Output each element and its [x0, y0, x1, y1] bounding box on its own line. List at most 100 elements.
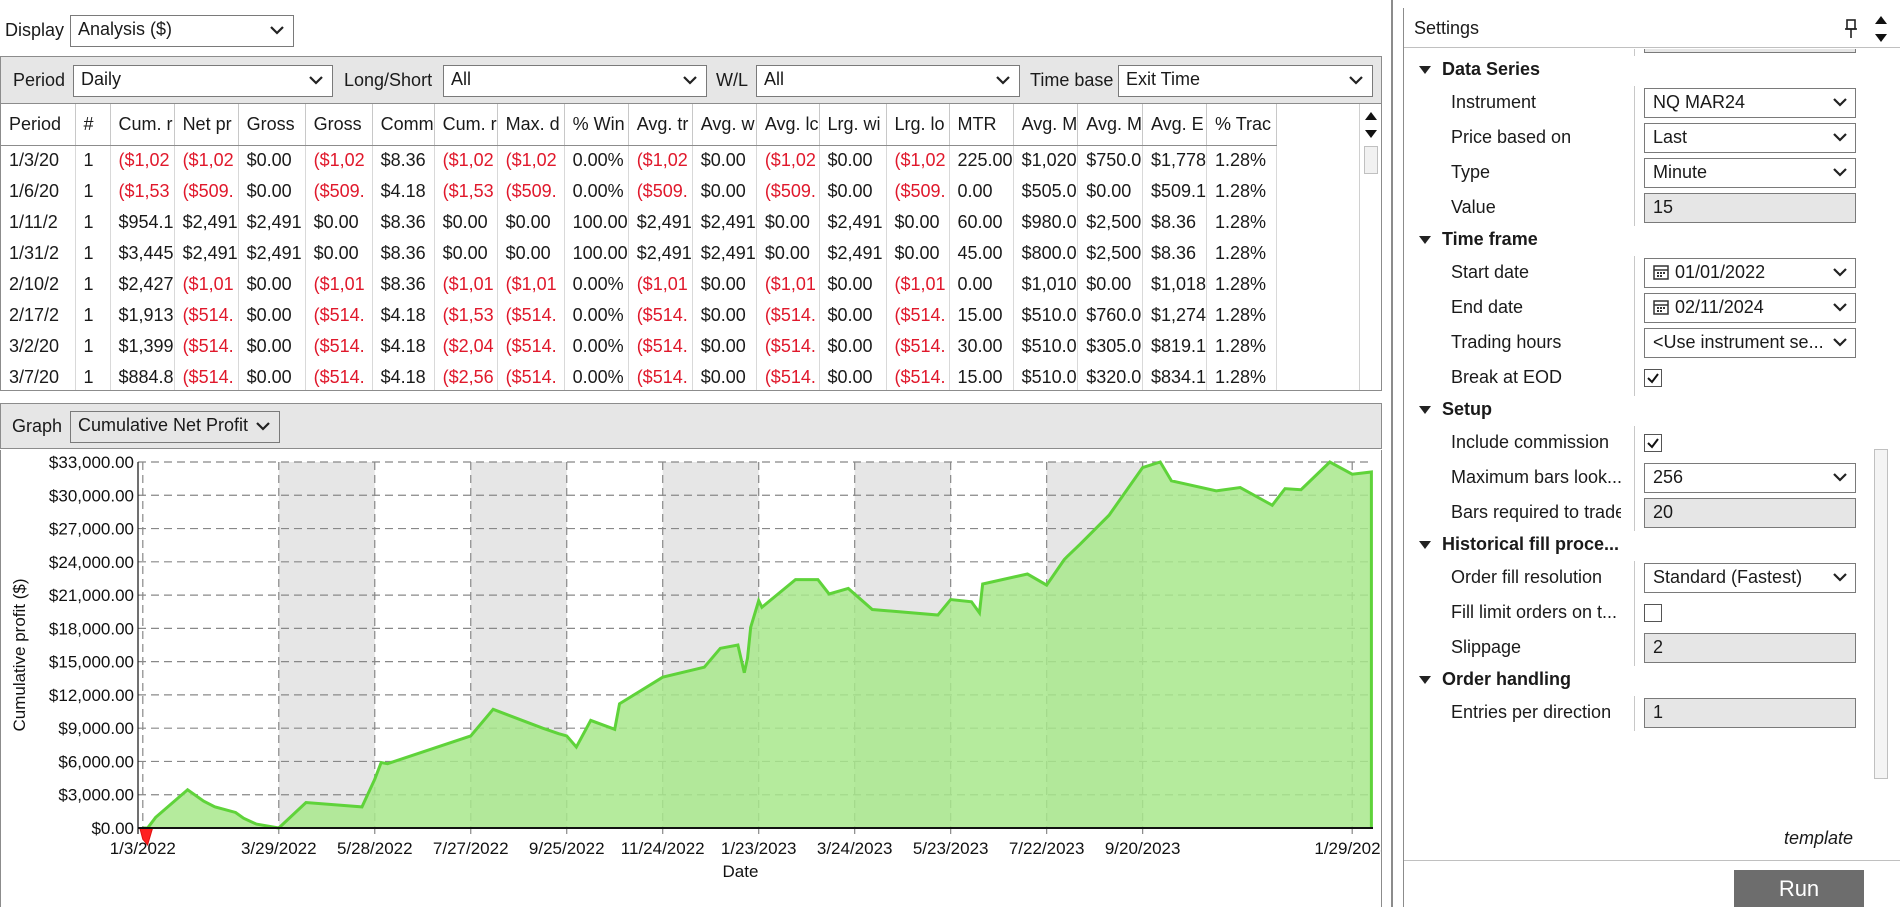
table-cell: $954.1: [110, 207, 175, 238]
table-cell: $0.00: [305, 207, 373, 238]
property-date-picker[interactable]: 01/01/2022: [1644, 258, 1856, 288]
property-select[interactable]: Minute: [1644, 158, 1856, 188]
settings-scrollbar[interactable]: [1870, 49, 1892, 789]
settings-property: Value 15: [1404, 191, 1874, 226]
scroll-up-icon[interactable]: [1874, 14, 1888, 26]
table-row[interactable]: 1/3/20 1 ($1,02 ($1,02 $0.00 ($1,02 $8.36 ($1,0…: [1, 145, 1278, 176]
property-checkbox[interactable]: [1644, 604, 1662, 622]
column-header[interactable]: Gross: [305, 104, 373, 146]
grid-scrollbar[interactable]: [1359, 104, 1381, 390]
table-cell: $1,778: [1142, 145, 1208, 176]
table-cell: $8.36: [1142, 238, 1208, 269]
column-header[interactable]: Gross: [238, 104, 306, 146]
table-cell: 0.00%: [564, 300, 629, 331]
property-input[interactable]: 1: [1644, 698, 1856, 728]
column-header[interactable]: #: [75, 104, 111, 146]
settings-property: Entries per direction 1: [1404, 696, 1874, 731]
column-header[interactable]: MTR: [949, 104, 1014, 146]
property-select[interactable]: NQ MAR24: [1644, 88, 1856, 118]
table-cell: ($514.: [756, 300, 820, 331]
column-header[interactable]: Avg. M: [1077, 104, 1143, 146]
settings-category[interactable]: Setup: [1404, 396, 1874, 426]
timebase-select[interactable]: Exit Time: [1118, 65, 1373, 97]
scroll-down-icon[interactable]: [1364, 128, 1378, 140]
collapse-triangle-icon[interactable]: [1418, 674, 1432, 686]
column-header[interactable]: Lrg. wi: [819, 104, 887, 146]
period-select[interactable]: Daily: [73, 65, 333, 97]
property-input[interactable]: 15: [1644, 193, 1856, 223]
scroll-up-icon[interactable]: [1364, 110, 1378, 122]
column-header[interactable]: Cum. r: [434, 104, 498, 146]
table-row[interactable]: 2/17/2 1 $1,913 ($514. $0.00 ($514. $4.18 ($1,5…: [1, 300, 1278, 331]
run-button[interactable]: Run: [1734, 870, 1864, 907]
property-input[interactable]: MidNightDream: [1644, 49, 1856, 53]
table-row[interactable]: 1/11/2 1 $954.1 $2,491 $2,491 $0.00 $8.36 $0.00…: [1, 207, 1278, 238]
property-checkbox[interactable]: [1644, 369, 1662, 387]
settings-scroll-thumb[interactable]: [1874, 449, 1888, 779]
property-label: Bars required to trade: [1451, 502, 1621, 522]
category-label: Order handling: [1442, 669, 1572, 689]
table-cell: $505.0: [1013, 176, 1079, 207]
column-header[interactable]: Period: [1, 104, 76, 146]
settings-category[interactable]: Order handling: [1404, 666, 1874, 696]
property-select[interactable]: <Use instrument se...: [1644, 328, 1856, 358]
column-header[interactable]: Net pr: [174, 104, 239, 146]
collapse-triangle-icon[interactable]: [1418, 539, 1432, 551]
settings-property: Order fill resolution Standard (Fastest): [1404, 561, 1874, 596]
column-divider: [1634, 49, 1635, 56]
column-header[interactable]: Max. d: [497, 104, 565, 146]
category-label: Historical fill proce...: [1442, 534, 1620, 554]
table-cell: $320.0: [1077, 362, 1143, 390]
property-input[interactable]: 20: [1644, 498, 1856, 528]
table-cell: 1: [75, 269, 111, 300]
table-cell: $4.18: [372, 176, 435, 207]
wl-select[interactable]: All: [756, 65, 1020, 97]
column-header[interactable]: Lrg. lo: [886, 104, 950, 146]
pin-icon[interactable]: [1844, 19, 1858, 39]
column-header[interactable]: Avg. w: [692, 104, 757, 146]
column-header[interactable]: % Win: [564, 104, 629, 146]
filter-bar: Period Daily Long/Short All W/L All Time…: [0, 56, 1382, 104]
collapse-triangle-icon[interactable]: [1418, 404, 1432, 416]
x-tick-label: 1/3/2022: [110, 839, 176, 858]
table-row[interactable]: 2/10/2 1 $2,427 ($1,01 $0.00 ($1,01 $8.36 ($1,0…: [1, 269, 1278, 300]
template-link[interactable]: template: [1784, 828, 1853, 849]
property-checkbox[interactable]: [1644, 434, 1662, 452]
table-cell: 0.00%: [564, 176, 629, 207]
table-cell: $2,491: [692, 207, 757, 238]
column-header[interactable]: % Trac: [1206, 104, 1278, 146]
collapse-triangle-icon[interactable]: [1418, 234, 1432, 246]
display-select[interactable]: Analysis ($): [70, 15, 294, 47]
property-select[interactable]: 256: [1644, 463, 1856, 493]
settings-category[interactable]: Data Series: [1404, 56, 1874, 86]
longshort-select[interactable]: All: [443, 65, 707, 97]
column-header[interactable]: Avg. M: [1013, 104, 1079, 146]
column-header[interactable]: Avg. E: [1142, 104, 1208, 146]
property-date-picker[interactable]: 02/11/2024: [1644, 293, 1856, 323]
column-header[interactable]: Comm: [372, 104, 435, 146]
scroll-down-icon[interactable]: [1874, 32, 1888, 44]
collapse-triangle-icon[interactable]: [1418, 64, 1432, 76]
grid-scroll-thumb[interactable]: [1364, 146, 1378, 174]
property-value: 1: [1653, 702, 1664, 722]
property-input[interactable]: 2: [1644, 633, 1856, 663]
table-row[interactable]: 1/31/2 1 $3,445 $2,491 $2,491 $0.00 $8.36 $0.00…: [1, 238, 1278, 269]
table-cell: $0.00: [692, 176, 757, 207]
table-row[interactable]: 3/2/20 1 $1,399 ($514. $0.00 ($514. $4.18 ($2,0…: [1, 331, 1278, 362]
settings-category[interactable]: Historical fill proce...: [1404, 531, 1874, 561]
graph-select[interactable]: Cumulative Net Profit: [70, 411, 280, 443]
property-select[interactable]: Standard (Fastest): [1644, 563, 1856, 593]
y-tick-label: $27,000.00: [49, 520, 134, 539]
period-select-value: Daily: [81, 69, 122, 89]
column-header[interactable]: Avg. tr: [628, 104, 693, 146]
settings-property: Slippage 2: [1404, 631, 1874, 666]
settings-category[interactable]: Time frame: [1404, 226, 1874, 256]
property-select[interactable]: Last: [1644, 123, 1856, 153]
table-cell: $0.00: [692, 362, 757, 390]
table-row[interactable]: 3/7/20 1 $884.8 ($514. $0.00 ($514. $4.18 ($2,5…: [1, 362, 1278, 390]
property-label: Price based on: [1451, 127, 1572, 147]
table-row[interactable]: 1/6/20 1 ($1,53 ($509. $0.00 ($509. $4.18 ($1,5…: [1, 176, 1278, 207]
column-header[interactable]: Cum. r: [110, 104, 175, 146]
chevron-down-icon: [1833, 303, 1847, 312]
column-header[interactable]: Avg. lc: [756, 104, 820, 146]
